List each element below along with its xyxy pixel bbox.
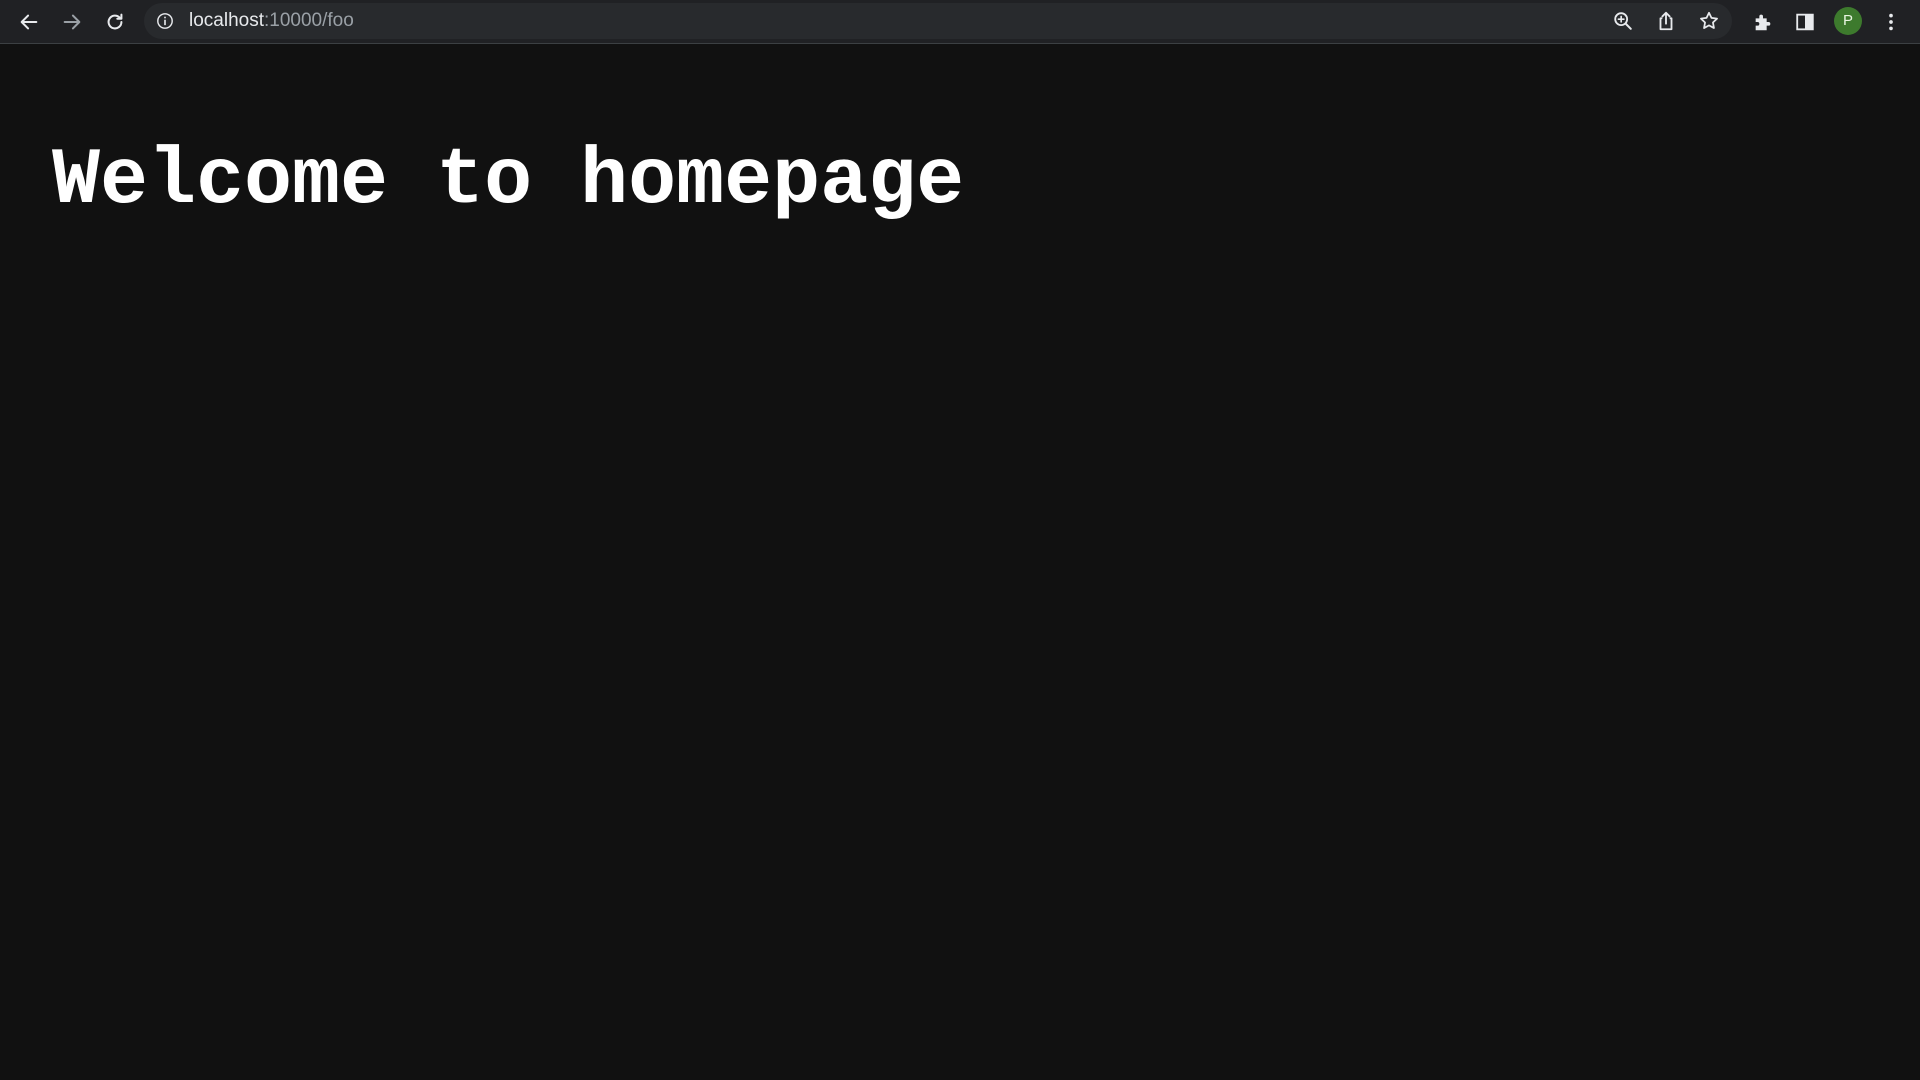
browser-toolbar: localhost:10000/foo P bbox=[0, 0, 1920, 44]
site-info-button[interactable] bbox=[156, 12, 174, 30]
bookmark-button[interactable] bbox=[1696, 8, 1722, 34]
extensions-button[interactable] bbox=[1746, 5, 1780, 39]
info-icon bbox=[157, 13, 173, 29]
page-content: Welcome to homepage bbox=[0, 44, 1920, 1080]
back-arrow-icon bbox=[20, 14, 38, 30]
share-button[interactable] bbox=[1653, 8, 1679, 34]
star-icon bbox=[1700, 11, 1718, 29]
browser-menu-button[interactable] bbox=[1874, 5, 1908, 39]
puzzle-icon bbox=[1755, 14, 1771, 31]
reload-icon bbox=[107, 13, 123, 30]
url-text[interactable]: localhost:10000/foo bbox=[189, 3, 354, 39]
share-icon bbox=[1659, 11, 1673, 31]
address-bar[interactable]: localhost:10000/foo bbox=[144, 3, 1732, 39]
side-panel-button[interactable] bbox=[1788, 5, 1822, 39]
zoom-icon bbox=[1614, 12, 1632, 30]
back-button[interactable] bbox=[12, 5, 46, 39]
reload-button[interactable] bbox=[98, 5, 132, 39]
forward-arrow-icon bbox=[63, 14, 81, 30]
zoom-button[interactable] bbox=[1610, 8, 1636, 34]
url-path: :10000/foo bbox=[264, 10, 354, 31]
page-title: Welcome to homepage bbox=[52, 136, 965, 227]
url-host: localhost bbox=[189, 10, 264, 31]
side-panel-icon bbox=[1796, 13, 1814, 31]
profile-avatar[interactable]: P bbox=[1834, 7, 1862, 35]
forward-button[interactable] bbox=[55, 5, 89, 39]
kebab-menu-icon bbox=[1889, 13, 1893, 31]
